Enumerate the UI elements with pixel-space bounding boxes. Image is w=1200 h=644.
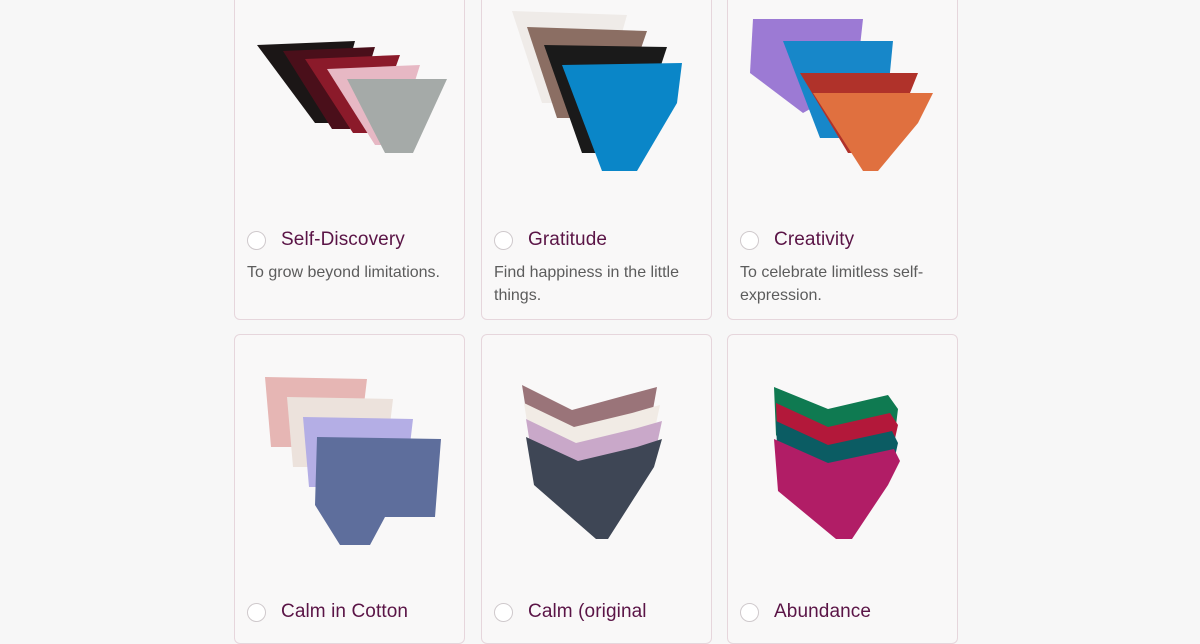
- product-title: Gratitude: [528, 229, 608, 250]
- product-title: Calm in Cotton: [281, 601, 409, 622]
- product-card-creativity[interactable]: Creativity To celebrate limitless self-e…: [727, 0, 958, 320]
- radio-button[interactable]: [740, 230, 759, 250]
- product-image-self-discovery: [235, 0, 464, 208]
- product-image-abundance: [728, 335, 957, 585]
- product-image-calm-original: [482, 335, 711, 585]
- product-title: Abundance: [774, 601, 872, 622]
- radio-button[interactable]: [247, 602, 266, 622]
- product-description: To celebrate limitless self-expression.: [740, 264, 924, 304]
- radio-button[interactable]: [247, 230, 266, 250]
- product-description: To grow beyond limitations.: [247, 264, 440, 281]
- product-card-calm-original[interactable]: Calm (original: [481, 334, 712, 644]
- product-image-gratitude: [482, 0, 711, 208]
- option-abundance[interactable]: Abundance: [740, 601, 871, 623]
- product-card-self-discovery[interactable]: Self-Discovery To grow beyond limitation…: [234, 0, 465, 320]
- option-calm-in-cotton[interactable]: Calm in Cotton: [247, 601, 408, 623]
- product-title: Creativity: [774, 229, 855, 250]
- product-image-calm-in-cotton: [235, 335, 464, 585]
- option-self-discovery[interactable]: Self-Discovery: [247, 229, 405, 251]
- radio-button[interactable]: [494, 230, 513, 250]
- option-creativity[interactable]: Creativity: [740, 229, 854, 251]
- option-gratitude[interactable]: Gratitude: [494, 229, 607, 251]
- option-calm-original[interactable]: Calm (original: [494, 601, 647, 623]
- product-description: Find happiness in the little things.: [494, 264, 679, 304]
- product-title: Self-Discovery: [281, 229, 405, 250]
- product-card-abundance[interactable]: Abundance: [727, 334, 958, 644]
- radio-button[interactable]: [740, 602, 759, 622]
- product-grid: Self-Discovery To grow beyond limitation…: [234, 0, 960, 644]
- product-card-calm-in-cotton[interactable]: Calm in Cotton: [234, 334, 465, 644]
- product-card-gratitude[interactable]: Gratitude Find happiness in the little t…: [481, 0, 712, 320]
- radio-button[interactable]: [494, 602, 513, 622]
- product-title: Calm (original: [528, 601, 647, 622]
- product-image-creativity: [728, 0, 957, 208]
